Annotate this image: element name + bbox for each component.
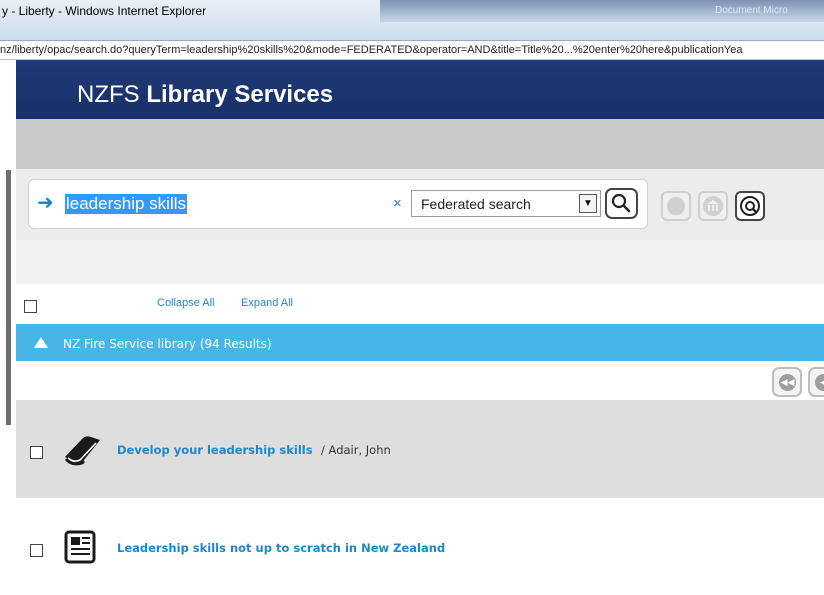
expand-all-link[interactable]: Expand All	[241, 297, 293, 309]
section-label: NZ Fire Service library (94 Results)	[63, 337, 272, 351]
clear-search-button[interactable]: ×	[393, 196, 402, 212]
result-checkbox[interactable]	[30, 544, 43, 557]
search-button[interactable]	[605, 188, 638, 219]
left-scrollbar[interactable]	[0, 60, 16, 595]
brand-title[interactable]: NZFS Library Services	[77, 81, 333, 109]
first-page-icon: ◀◀	[779, 374, 796, 391]
back-circle-icon	[667, 197, 685, 215]
author-name[interactable]: Adair, John	[329, 443, 391, 457]
list-item: Leadership skills not up to scratch in N…	[16, 498, 824, 595]
result-title-link[interactable]: Develop your leadership skills	[117, 443, 313, 457]
address-url[interactable]: nz/liberty/opac/search.do?queryTerm=lead…	[0, 44, 743, 56]
search-scope-select[interactable]: Federated search ▼	[411, 190, 601, 217]
search-scope-value: Federated search	[421, 196, 531, 212]
library-button[interactable]	[698, 191, 728, 221]
magnifier-icon	[611, 193, 631, 213]
search-area: ➜ leadership skills × Federated search ▼	[16, 169, 824, 240]
federated-button[interactable]	[735, 191, 765, 221]
first-page-button[interactable]: ◀◀	[772, 367, 802, 397]
collapse-triangle-icon[interactable]	[34, 337, 48, 348]
nav-band	[16, 119, 824, 169]
window-titlebar: y - Liberty - Windows Internet Explorer …	[0, 0, 824, 40]
result-title-link[interactable]: Leadership skills not up to scratch in N…	[117, 541, 445, 555]
pager-row: ◀◀ ◀	[16, 361, 824, 400]
collapse-all-link[interactable]: Collapse All	[157, 297, 214, 309]
titlebar-tab-text: Document Micro	[715, 5, 788, 16]
search-box: ➜ leadership skills × Federated search ▼	[28, 179, 648, 229]
brand-name: Library Services	[146, 81, 334, 108]
result-author: / Adair, John	[321, 443, 391, 457]
address-bar[interactable]: nz/liberty/opac/search.do?queryTerm=lead…	[0, 40, 824, 60]
arrow-right-icon: ➜	[37, 192, 54, 214]
result-checkbox[interactable]	[30, 446, 43, 459]
window-title: y - Liberty - Windows Internet Explorer	[2, 4, 207, 18]
brand-prefix: NZFS	[77, 81, 140, 108]
select-all-checkbox[interactable]	[24, 300, 37, 313]
app-header: NZFS Library Services	[16, 60, 824, 119]
federated-icon	[740, 196, 760, 216]
chevron-down-icon[interactable]: ▼	[579, 194, 597, 213]
library-section-header[interactable]: NZ Fire Service library (94 Results)	[16, 324, 824, 361]
results-controls: Collapse All Expand All	[16, 284, 824, 324]
scrollbar-thumb[interactable]	[6, 170, 11, 425]
previous-page-icon: ◀	[815, 374, 824, 391]
newspaper-icon	[62, 528, 102, 568]
previous-page-button[interactable]: ◀	[808, 367, 824, 397]
back-circle-button[interactable]	[661, 191, 691, 221]
author-separator: /	[321, 443, 329, 457]
library-icon	[703, 196, 723, 216]
filter-band	[16, 240, 824, 284]
book-icon	[62, 430, 102, 470]
list-item: Develop your leadership skills / Adair, …	[16, 400, 824, 498]
search-input[interactable]: leadership skills	[65, 194, 187, 214]
